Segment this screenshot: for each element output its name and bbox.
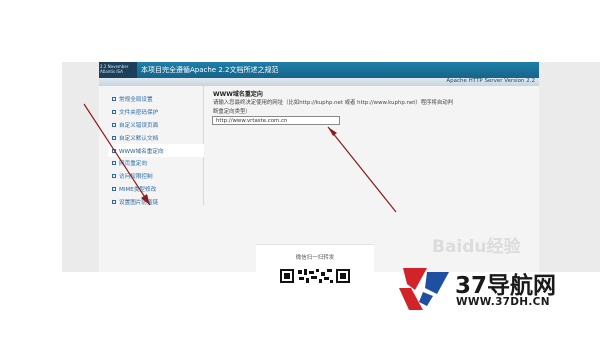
- sidebar-item-label: 自定义默认文档: [119, 135, 159, 142]
- bullet-icon: [112, 174, 116, 179]
- header-banner: 2.2 November Atlantis ISA 本项目完全遵循Apache …: [99, 62, 539, 78]
- brand-url: WWW.37DH.CN: [456, 296, 550, 308]
- bullet-icon: [112, 199, 116, 204]
- qr-code-image: [278, 267, 352, 285]
- version-label: Apache HTTP Server Version 2.2: [446, 78, 535, 84]
- bullet-icon: [112, 186, 116, 191]
- sidebar-item-label: 设置图片防盗链: [119, 199, 159, 206]
- sidebar-item-hotlink[interactable]: 设置图片防盗链: [108, 195, 204, 208]
- sidebar-item-page-redirect[interactable]: 网页重定向: [108, 157, 204, 170]
- sidebar-item-mime[interactable]: MIME类型修改: [108, 183, 204, 196]
- bullet-icon: [112, 122, 116, 127]
- brand-name: 37导航网: [455, 273, 557, 299]
- section-description: 请输入您最终决定使用的网址（比如http://kuphp.net 或者 http…: [213, 100, 454, 115]
- header-subbar: Apache HTTP Server Version 2.2: [99, 78, 539, 86]
- section-title: WWW域名重定向: [213, 91, 263, 98]
- bullet-icon: [112, 148, 116, 153]
- sidebar-item-label: 常规全局设置: [119, 97, 153, 104]
- sidebar-item-folder-password[interactable]: 文件夹密码保护: [108, 106, 204, 119]
- sidebar-item-default-doc[interactable]: 自定义默认文档: [108, 131, 204, 144]
- sidebar-item-general[interactable]: 常规全局设置: [108, 93, 204, 106]
- bullet-icon: [112, 110, 116, 115]
- banner-title: 本项目完全遵循Apache 2.2文档所述之规范: [141, 66, 279, 74]
- sidebar-item-label: 自定义错误页面: [119, 122, 159, 129]
- sidebar-item-label: 访问权限控制: [119, 174, 153, 181]
- bullet-icon: [112, 161, 116, 166]
- screenshot: 2.2 November Atlantis ISA 本项目完全遵循Apache …: [0, 0, 600, 340]
- sidebar-item-error-pages[interactable]: 自定义错误页面: [108, 119, 204, 132]
- bullet-icon: [112, 97, 116, 102]
- baidu-watermark: Baidu经验: [432, 237, 521, 257]
- atlantis-logo: 2.2 November Atlantis ISA: [99, 62, 137, 78]
- sidebar-item-label: 文件夹密码保护: [119, 110, 159, 117]
- sidebar-item-label: WWW域名重定向: [119, 148, 164, 155]
- url-input[interactable]: [212, 116, 340, 125]
- sidebar-item-label: 网页重定向: [119, 161, 147, 168]
- qr-label: 微信扫一扫转发: [295, 255, 335, 261]
- sidebar-item-label: MIME类型修改: [119, 186, 157, 193]
- sidebar-item-access-control[interactable]: 访问权限控制: [108, 170, 204, 183]
- sidebar-item-www-redirect[interactable]: WWW域名重定向: [108, 144, 204, 157]
- qr-card: 微信扫一扫转发: [256, 244, 374, 285]
- 37dh-logo-icon: [397, 266, 451, 312]
- bullet-icon: [112, 135, 116, 140]
- sidebar-nav: 常规全局设置 文件夹密码保护 自定义错误页面 自定义默认文档 WWW域名重定向 …: [108, 93, 204, 208]
